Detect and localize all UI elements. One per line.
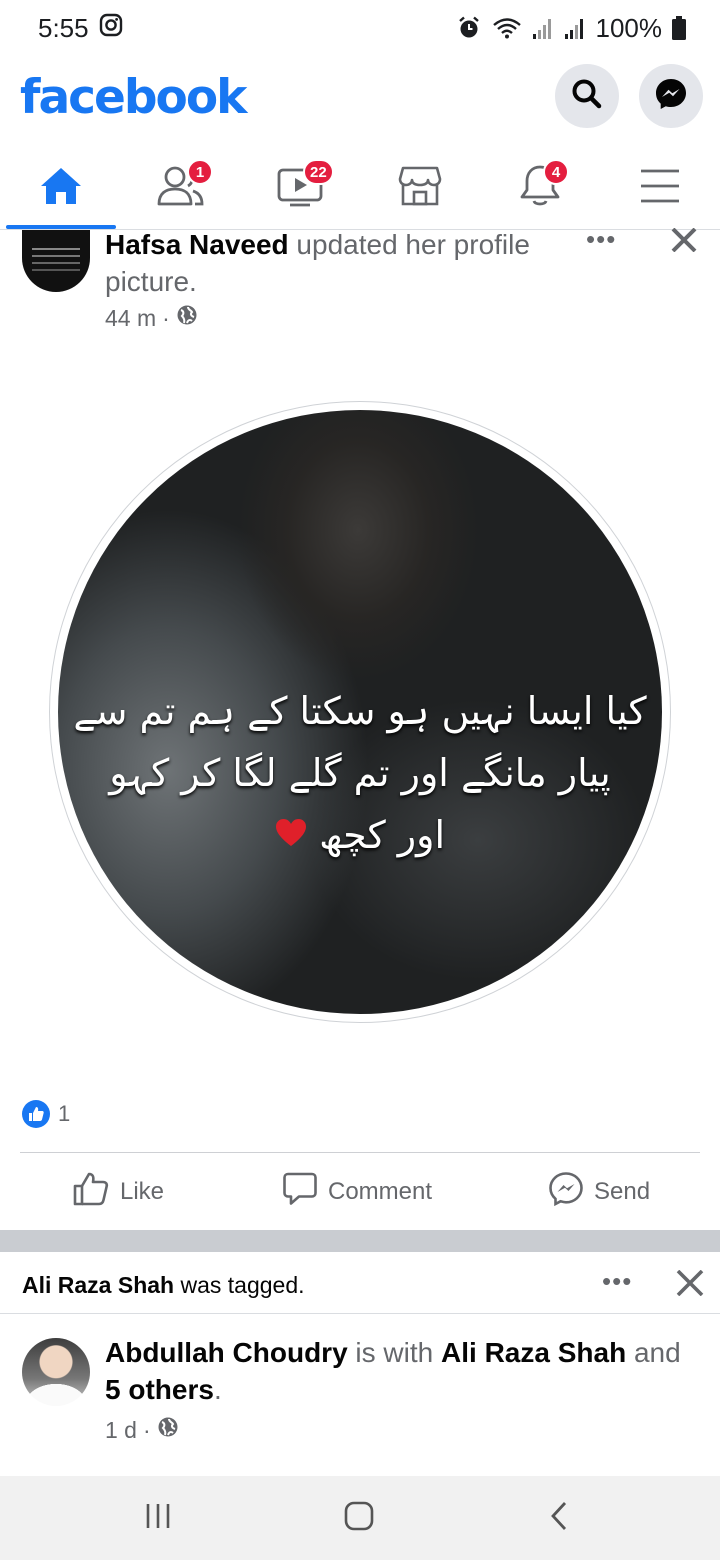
divider — [20, 1152, 700, 1153]
messenger-button[interactable] — [639, 64, 703, 128]
hamburger-icon — [639, 168, 681, 209]
wifi-icon — [492, 16, 522, 40]
marketplace-icon — [397, 164, 443, 213]
post-author-name[interactable]: Abdullah Choudry — [105, 1337, 348, 1368]
back-chevron-icon — [549, 1501, 571, 1536]
period-text: . — [213, 1374, 222, 1405]
post-meta: 1 d · — [105, 1416, 179, 1444]
post-author-name[interactable]: Hafsa Naveed — [105, 229, 289, 260]
post-timestamp[interactable]: 1 d — [105, 1417, 137, 1444]
status-right: 100% — [456, 12, 686, 44]
avatar[interactable] — [22, 1338, 90, 1406]
reaction-count: 1 — [58, 1101, 71, 1126]
tab-notifications[interactable]: 4 — [485, 148, 595, 228]
tab-friends[interactable]: 1 — [125, 148, 235, 228]
profile-picture-photo[interactable]: کیا ایسا نہیں ہو سکتا کے ہم تم سے پیار م… — [50, 402, 670, 1022]
like-label: Like — [120, 1178, 165, 1205]
tab-home[interactable] — [6, 148, 116, 229]
meta-separator: · — [162, 304, 170, 331]
with-text: is with — [347, 1337, 442, 1368]
search-icon — [571, 78, 603, 115]
meta-separator: · — [142, 1416, 151, 1443]
tab-menu[interactable] — [605, 148, 715, 228]
photo-caption-text: کیا ایسا نہیں ہو سکتا کے ہم تم سے پیار م… — [58, 680, 662, 866]
facebook-logo[interactable]: facebook — [20, 70, 247, 125]
back-button[interactable] — [540, 1500, 580, 1536]
battery-percent: 100% — [595, 12, 663, 43]
recent-apps-button[interactable] — [138, 1500, 178, 1536]
tagged-user-name[interactable]: Ali Raza Shah — [22, 1272, 174, 1298]
more-options-button[interactable]: ••• — [602, 1266, 632, 1297]
status-time: 5:55 — [38, 12, 89, 43]
watch-badge: 22 — [303, 159, 334, 185]
status-left: 5:55 — [38, 13, 123, 44]
like-reaction-icon — [22, 1100, 50, 1128]
more-options-button[interactable]: ••• — [586, 224, 616, 255]
main-nav: 1 22 4 — [0, 148, 720, 230]
tag-notice: Ali Raza Shah was tagged. ••• — [0, 1252, 720, 1314]
send-label: Send — [594, 1178, 651, 1205]
notifications-badge: 4 — [543, 159, 569, 185]
send-button[interactable]: Send — [548, 1154, 650, 1230]
home-icon — [39, 166, 83, 211]
tab-watch[interactable]: 22 — [245, 148, 355, 228]
post-header-text: Abdullah Choudry is with Ali Raza Shah a… — [105, 1334, 695, 1408]
post-meta: 44 m · — [105, 304, 198, 332]
home-square-icon — [343, 1500, 375, 1537]
others-link[interactable]: 5 others — [105, 1374, 214, 1405]
globe-icon — [176, 304, 198, 332]
and-text: and — [626, 1337, 681, 1368]
photo-image: کیا ایسا نہیں ہو سکتا کے ہم تم سے پیار م… — [58, 410, 662, 1014]
friends-badge: 1 — [187, 159, 213, 185]
poem-line-3-wrap: اور کچھ — [58, 804, 662, 866]
status-bar: 5:55 100% — [0, 0, 720, 56]
globe-icon — [157, 1416, 179, 1444]
close-icon[interactable] — [676, 1269, 704, 1301]
comment-button[interactable]: Comment — [282, 1154, 432, 1230]
home-system-button[interactable] — [339, 1500, 379, 1536]
battery-icon — [672, 16, 686, 40]
tag-action: was tagged. — [174, 1272, 305, 1298]
messenger-send-icon — [548, 1171, 584, 1214]
close-icon[interactable] — [670, 227, 698, 257]
tag-text: Ali Raza Shah was tagged. — [22, 1272, 305, 1299]
system-nav-bar — [0, 1476, 720, 1560]
comment-icon — [282, 1171, 318, 1214]
reaction-summary[interactable]: 1 — [22, 1100, 70, 1128]
app-header: facebook — [0, 56, 720, 148]
heart-icon — [275, 804, 307, 866]
recent-apps-icon — [144, 1502, 172, 1535]
poem-line-2: پیار مانگے اور تم گلے لگا کر کہو — [109, 751, 611, 795]
avatar[interactable] — [22, 230, 90, 292]
poem-line-3: اور کچھ — [319, 813, 446, 857]
post-header-text: Hafsa Naveed updated her profile picture… — [105, 226, 575, 300]
instagram-icon — [99, 13, 123, 44]
messenger-icon — [654, 77, 688, 116]
post-timestamp[interactable]: 44 m — [105, 305, 156, 332]
like-button[interactable]: Like — [72, 1154, 164, 1230]
poem-line-1: کیا ایسا نہیں ہو سکتا کے ہم تم سے — [73, 689, 647, 733]
alarm-icon — [456, 15, 482, 41]
search-button[interactable] — [555, 64, 619, 128]
thumbs-up-icon — [72, 1171, 110, 1214]
signal-2-icon — [564, 16, 586, 40]
signal-1-icon — [532, 16, 554, 40]
comment-label: Comment — [328, 1178, 433, 1205]
feed-separator — [0, 1230, 720, 1252]
post-actions: Like Comment Send — [0, 1154, 720, 1230]
tab-marketplace[interactable] — [365, 148, 475, 228]
tagged-friend-name[interactable]: Ali Raza Shah — [441, 1337, 626, 1368]
